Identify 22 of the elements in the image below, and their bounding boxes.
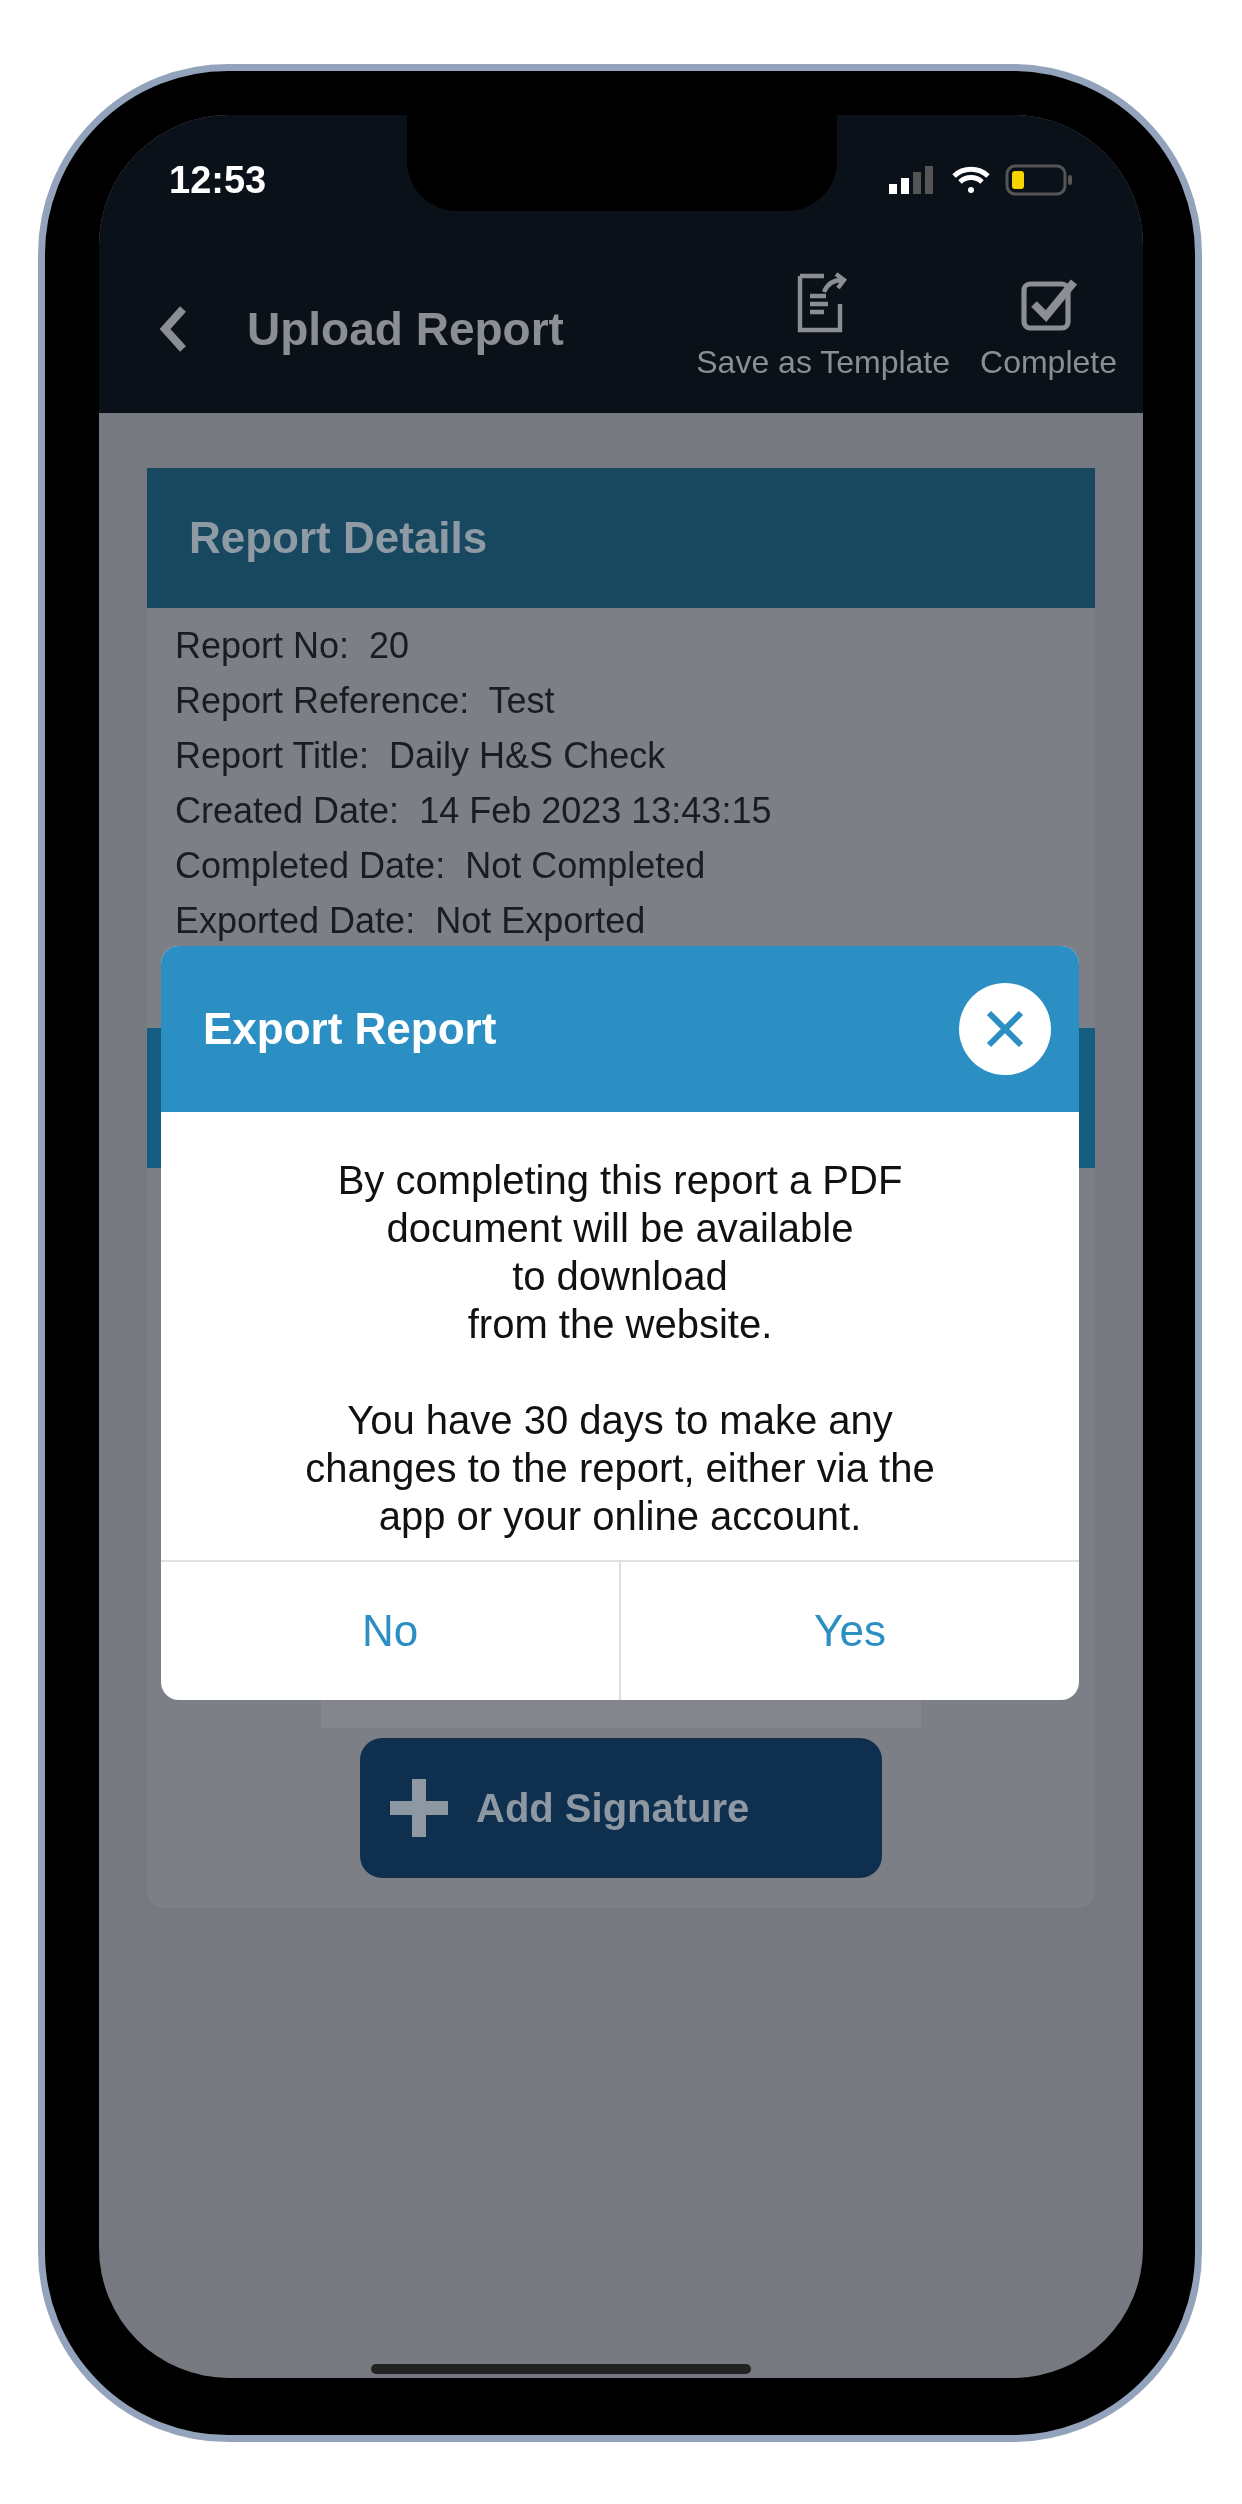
battery-icon	[1005, 164, 1073, 196]
toolbar-button[interactable]: Save as Template	[696, 272, 951, 386]
close-icon	[985, 1009, 1025, 1049]
detail-line: Report No: 20	[175, 624, 411, 668]
dialog-title: Export Report	[203, 1003, 497, 1055]
dialog-button[interactable]: No	[161, 1562, 619, 1700]
dialog-button[interactable]: Yes	[619, 1562, 1079, 1700]
chevron-left-icon	[159, 305, 189, 353]
status-time: 12:53	[169, 157, 267, 203]
card-title: Report Details	[189, 512, 488, 564]
page-title: Upload Report	[247, 301, 564, 357]
dialog-message: By completing this report a PDF document will be available to download from the website.	[337, 1157, 903, 1348]
dialog-message: You have 30 days to make any changes to the report, either via the app or your online account.	[305, 1397, 935, 1540]
add-signature-button[interactable]: Add Signature	[360, 1738, 882, 1878]
detail-line: Completed Date: Not Completed	[175, 844, 707, 888]
plus-icon	[390, 1779, 448, 1837]
detail-line: Exported Date: Not Exported	[175, 899, 647, 943]
toolbar-button[interactable]: Complete	[980, 276, 1117, 386]
detail-line: Report Reference: Test	[175, 679, 556, 723]
detail-line: Report Title: Daily H&S Check	[175, 734, 667, 778]
detail-line: Created Date: 14 Feb 2023 13:43:15	[175, 789, 773, 833]
wifi-icon	[951, 165, 991, 195]
